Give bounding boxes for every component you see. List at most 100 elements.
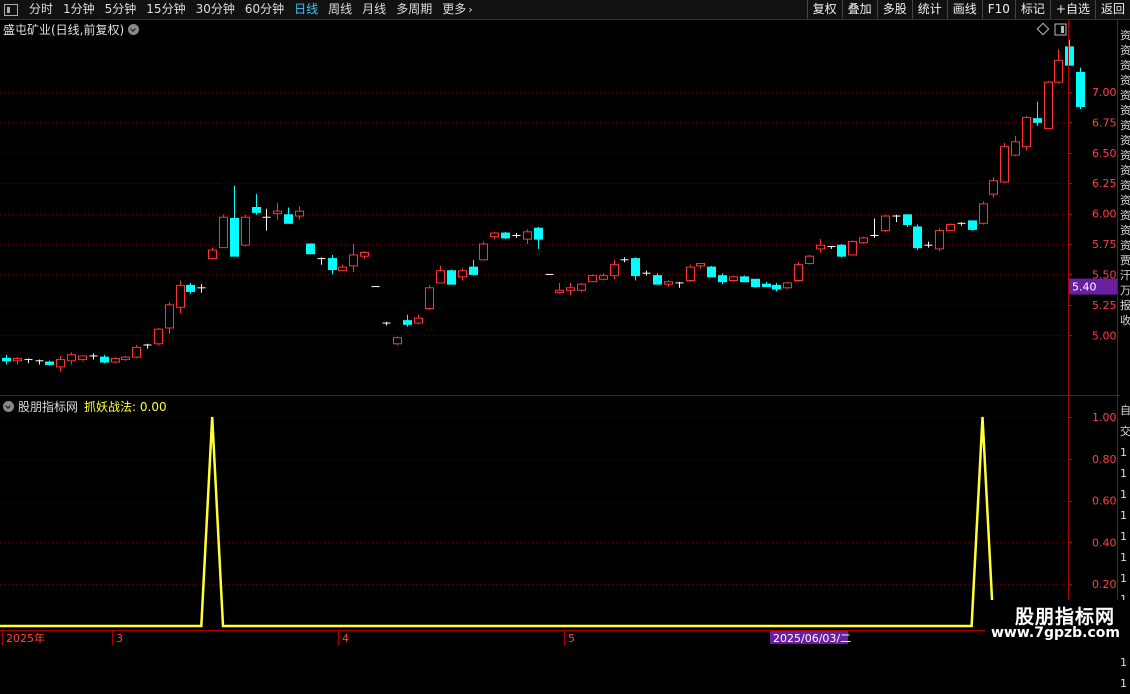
candle <box>555 282 564 294</box>
indicator-axis-label: 0.40 <box>1092 536 1117 549</box>
window-icon[interactable] <box>1054 23 1067 36</box>
side-char: 1 <box>1120 530 1127 543</box>
candle <box>338 264 347 272</box>
candle <box>56 355 65 372</box>
candle <box>45 360 54 366</box>
candle <box>946 223 955 232</box>
candle <box>1022 116 1031 151</box>
candle-body <box>610 264 619 277</box>
candle-body <box>566 287 575 291</box>
candle-body <box>913 226 922 249</box>
candle-body <box>78 355 87 361</box>
candle-body <box>273 210 282 215</box>
candle <box>740 275 749 283</box>
watermark: 股朋指标网 www.7gpzb.com <box>985 600 1130 650</box>
candle-body <box>252 207 261 213</box>
candle <box>121 355 130 361</box>
candle-body <box>1044 81 1053 129</box>
candle-body <box>707 266 716 278</box>
candle-body <box>479 243 488 261</box>
candle <box>273 202 282 220</box>
side-info-column: 资资资资资资资资资资资资资资资贾汗万报收 <box>1120 28 1130 328</box>
candle-body <box>534 227 543 240</box>
side-char: 资 <box>1120 179 1130 192</box>
candle-body <box>979 203 988 224</box>
side-char: 资 <box>1120 89 1130 102</box>
watermark-url: www.7gpzb.com <box>991 625 1121 641</box>
candle <box>675 281 684 288</box>
indicator-layer <box>0 416 1037 628</box>
candle <box>479 241 488 261</box>
candle <box>197 284 206 293</box>
candle <box>414 314 423 325</box>
candle <box>696 262 705 269</box>
indicator-axis-label: 0.80 <box>1092 453 1117 466</box>
candle <box>794 262 803 282</box>
candle <box>1044 80 1053 129</box>
candle <box>284 207 293 224</box>
candle-body <box>458 270 467 278</box>
candle-body <box>794 264 803 281</box>
candle-body <box>881 215 890 232</box>
price-axis-label: 5.00 <box>1092 329 1117 342</box>
candle <box>349 244 358 272</box>
candle-body <box>729 276 738 282</box>
candle-body <box>816 244 825 250</box>
chart-canvas[interactable]: 7.006.756.506.256.005.755.505.255.005.40… <box>0 0 1130 650</box>
candle <box>501 231 510 240</box>
price-axis-label: 6.75 <box>1092 116 1117 129</box>
candle <box>458 268 467 281</box>
candle <box>523 229 532 244</box>
candle <box>154 327 163 345</box>
side-char: 1 <box>1120 656 1127 669</box>
side-char: 1 <box>1120 488 1127 501</box>
candle <box>165 302 174 335</box>
candle-body <box>772 284 781 290</box>
candle <box>686 264 695 282</box>
candle <box>772 282 781 292</box>
date-axis-label: 5 <box>568 632 575 645</box>
candle-body <box>186 284 195 292</box>
side-char: 资 <box>1120 29 1130 42</box>
candle-body <box>664 281 673 285</box>
candle <box>935 228 944 252</box>
side-char: 万 <box>1120 284 1130 297</box>
candle <box>870 218 879 238</box>
candle-body <box>989 180 998 195</box>
candle-body <box>425 287 434 309</box>
candle-body <box>837 244 846 257</box>
candle-body <box>1022 116 1031 148</box>
candle-body <box>121 356 130 361</box>
side-char: 资 <box>1120 59 1130 72</box>
candle-body <box>338 266 347 272</box>
candle <box>903 214 912 227</box>
price-axis-label: 7.00 <box>1092 86 1117 99</box>
candle-body <box>588 275 597 283</box>
diamond-icon[interactable] <box>1036 22 1050 36</box>
side-char: 资 <box>1120 164 1130 177</box>
candle <box>89 353 98 360</box>
candle <box>642 270 651 276</box>
candle <box>848 240 857 256</box>
side-char: 1 <box>1120 446 1127 459</box>
candle-body <box>490 232 499 238</box>
price-axis-label: 5.75 <box>1092 238 1117 251</box>
candle <box>403 314 412 327</box>
candle-body <box>393 337 402 345</box>
side-char: 资 <box>1120 224 1130 237</box>
candle-body <box>653 275 662 285</box>
candle <box>707 265 716 278</box>
price-axis-label: 6.00 <box>1092 208 1117 221</box>
candle <box>306 243 315 255</box>
candle <box>360 251 369 259</box>
candle <box>317 257 326 265</box>
side-char: 资 <box>1120 134 1130 147</box>
candle-body <box>154 328 163 345</box>
candle-body <box>762 283 771 288</box>
candle <box>620 257 629 263</box>
candle <box>219 214 228 249</box>
candle-body <box>469 266 478 275</box>
candle <box>328 254 337 275</box>
side-char: 1 <box>1120 677 1127 690</box>
candle-body <box>67 354 76 362</box>
